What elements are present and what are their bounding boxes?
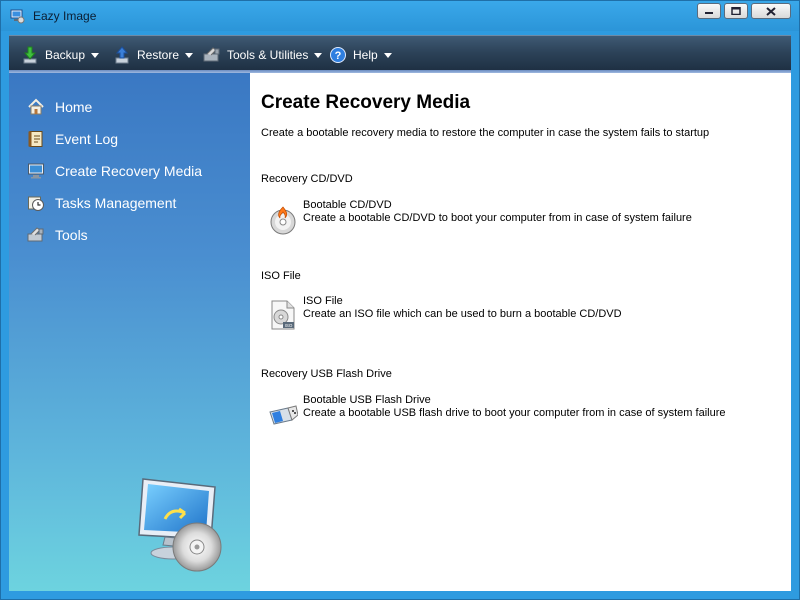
option-title: Bootable CD/DVD (303, 199, 392, 211)
menu-help[interactable]: ? Help (329, 45, 392, 65)
sidebar-item-tools[interactable]: Tools (27, 224, 88, 246)
option-bootable-cd-dvd[interactable]: Bootable CD/DVD Create a bootable CD/DVD… (268, 199, 768, 239)
recovery-media-illustration (138, 478, 222, 572)
minimize-icon (705, 12, 713, 14)
menu-restore-label: Restore (137, 48, 180, 62)
chevron-down-icon (314, 52, 323, 58)
option-description: Create a bootable USB flash drive to boo… (303, 407, 726, 419)
sidebar-item-label: Tasks Management (55, 195, 177, 211)
sidebar-item-create-recovery-media[interactable]: Create Recovery Media (27, 160, 202, 182)
title-bar[interactable]: Eazy Image (1, 1, 799, 31)
menu-tools-label: Tools & Utilities (227, 48, 309, 62)
main-content: Create Recovery Media Create a bootable … (250, 73, 791, 591)
chevron-down-icon (383, 52, 392, 58)
sidebar-item-tasks-management[interactable]: Tasks Management (27, 192, 176, 214)
window-controls (697, 3, 791, 19)
backup-arrow-icon (23, 46, 37, 64)
svg-text:?: ? (335, 50, 342, 62)
option-iso-file[interactable]: ISO ISO File Create an ISO file which ca… (268, 295, 768, 335)
section-heading-recovery-cd-dvd: Recovery CD/DVD (261, 173, 353, 185)
window-title: Eazy Image (33, 9, 97, 23)
window-border-bottom (9, 591, 791, 599)
sidebar: Home Event Log Create Recovery Media Tas… (9, 73, 250, 591)
app-icon (10, 9, 25, 24)
maximize-button[interactable] (724, 3, 748, 19)
sidebar-item-label: Event Log (55, 131, 119, 147)
menu-backup[interactable]: Backup (21, 45, 100, 65)
close-icon (766, 6, 776, 16)
restore-icon (115, 46, 129, 64)
option-bootable-usb-flash-drive[interactable]: Bootable USB Flash Drive Create a bootab… (268, 394, 768, 434)
app-window: Eazy Image Backup Restore Tools & Utilit… (0, 0, 800, 600)
svg-text:ISO: ISO (285, 323, 293, 328)
clock-icon (28, 196, 44, 211)
option-title: ISO File (303, 295, 343, 307)
option-title: Bootable USB Flash Drive (303, 394, 431, 406)
minimize-button[interactable] (697, 3, 721, 19)
maximize-icon (731, 7, 741, 15)
home-icon (28, 98, 44, 115)
menu-bar: Backup Restore Tools & Utilities ? Help (9, 35, 791, 73)
tools-icon (27, 227, 44, 242)
page-title: Create Recovery Media (261, 92, 471, 113)
section-heading-iso-file: ISO File (261, 270, 301, 282)
tools-icon (203, 47, 220, 62)
chevron-down-icon (185, 52, 194, 58)
section-heading-recovery-usb: Recovery USB Flash Drive (261, 368, 392, 380)
menu-tools-utilities[interactable]: Tools & Utilities (203, 45, 323, 65)
event-log-icon (28, 131, 43, 147)
sidebar-item-label: Home (55, 99, 93, 115)
menu-backup-label: Backup (45, 48, 86, 62)
cd-burn-icon (270, 206, 296, 235)
iso-file-icon: ISO (271, 300, 295, 330)
help-icon: ? (330, 47, 346, 63)
sidebar-item-label: Create Recovery Media (55, 163, 203, 179)
menu-restore[interactable]: Restore (113, 45, 194, 65)
usb-drive-icon (269, 405, 298, 425)
option-description: Create an ISO file which can be used to … (303, 308, 622, 320)
sidebar-item-event-log[interactable]: Event Log (27, 128, 118, 150)
close-button[interactable] (751, 3, 791, 19)
monitor-icon (28, 163, 44, 179)
chevron-down-icon (91, 52, 100, 58)
sidebar-item-home[interactable]: Home (27, 96, 92, 118)
option-description: Create a bootable CD/DVD to boot your co… (303, 212, 692, 224)
menu-help-label: Help (353, 48, 378, 62)
page-description: Create a bootable recovery media to rest… (261, 127, 710, 139)
sidebar-item-label: Tools (55, 227, 88, 243)
